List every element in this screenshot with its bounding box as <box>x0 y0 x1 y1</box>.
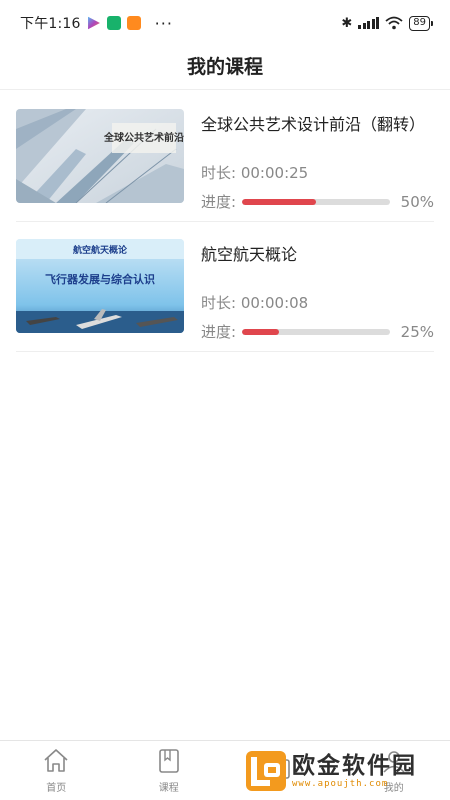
home-icon <box>44 749 68 772</box>
status-right: ✱ 89 <box>341 15 433 31</box>
signal-icon <box>358 17 380 29</box>
progress-bar <box>242 198 391 205</box>
duration-label: 时长: <box>201 294 237 312</box>
duration-value: 00:00:25 <box>240 164 309 182</box>
course-item[interactable]: 航空航天概论 飞行器发展与综合认识 航空航天概论 时长: 00:00:08 进度… <box>16 222 434 352</box>
course-title[interactable]: 全球公共艺术设计前沿（翻转） <box>201 111 434 134</box>
status-left: 下午1:16 ··· <box>20 13 173 33</box>
course-thumbnail[interactable]: 航空航天概论 飞行器发展与综合认识 <box>16 239 184 333</box>
course-progress: 进度: 50% <box>201 191 434 212</box>
more-notifications: ··· <box>154 13 173 33</box>
course-info: 航空航天概论 时长: 00:00:08 进度: 25% <box>184 239 434 341</box>
course-title[interactable]: 航空航天概论 <box>201 241 434 264</box>
watermark-main: 欧金软件园 <box>292 753 417 779</box>
progress-percent: 25% <box>400 322 434 341</box>
course-progress: 进度: 25% <box>201 321 434 342</box>
progress-percent: 50% <box>400 192 434 211</box>
status-bar: 下午1:16 ··· ✱ 89 <box>0 0 450 46</box>
course-duration: 时长: 00:00:08 <box>201 292 434 313</box>
progress-label: 进度: <box>201 323 237 341</box>
progress-fill <box>242 328 280 335</box>
watermark-logo <box>246 751 286 791</box>
progress-bar <box>242 328 391 335</box>
duration-value: 00:00:08 <box>240 294 309 312</box>
thumbnail-title: 航空航天概论 <box>73 244 128 256</box>
course-item[interactable]: 全球公共艺术前沿 全球公共艺术设计前沿（翻转） 时长: 00:00:25 进度:… <box>16 92 434 222</box>
play-store-icon <box>88 16 100 30</box>
nav-label-courses: 课程 <box>158 783 179 794</box>
watermark: 欧金软件园 www.apoujth.com <box>244 746 444 796</box>
duration-label: 时长: <box>201 164 237 182</box>
battery-icon: 89 <box>409 15 433 31</box>
status-time: 下午1:16 <box>20 16 81 32</box>
wifi-icon <box>385 16 403 30</box>
progress-fill <box>242 198 317 205</box>
page-title: 我的课程 <box>0 46 450 90</box>
nav-label-home: 首页 <box>46 783 67 794</box>
book-icon <box>158 749 179 773</box>
thumbnail-caption: 全球公共艺术前沿 <box>103 131 184 144</box>
progress-label: 进度: <box>201 193 237 211</box>
bluetooth-icon: ✱ <box>341 15 353 31</box>
course-info: 全球公共艺术设计前沿（翻转） 时长: 00:00:25 进度: 50% <box>184 109 434 211</box>
nav-item-courses[interactable]: 课程 <box>113 741 226 800</box>
course-duration: 时长: 00:00:25 <box>201 162 434 183</box>
course-thumbnail[interactable]: 全球公共艺术前沿 <box>16 109 184 203</box>
watermark-text: 欧金软件园 www.apoujth.com <box>292 753 417 789</box>
app-icon <box>126 16 141 30</box>
course-list: 全球公共艺术前沿 全球公共艺术设计前沿（翻转） 时长: 00:00:25 进度:… <box>16 92 434 352</box>
nav-item-home[interactable]: 首页 <box>0 741 113 800</box>
thumbnail-subtitle: 飞行器发展与综合认识 <box>45 272 155 286</box>
watermark-sub: www.apoujth.com <box>292 779 389 789</box>
shield-icon <box>106 16 121 30</box>
